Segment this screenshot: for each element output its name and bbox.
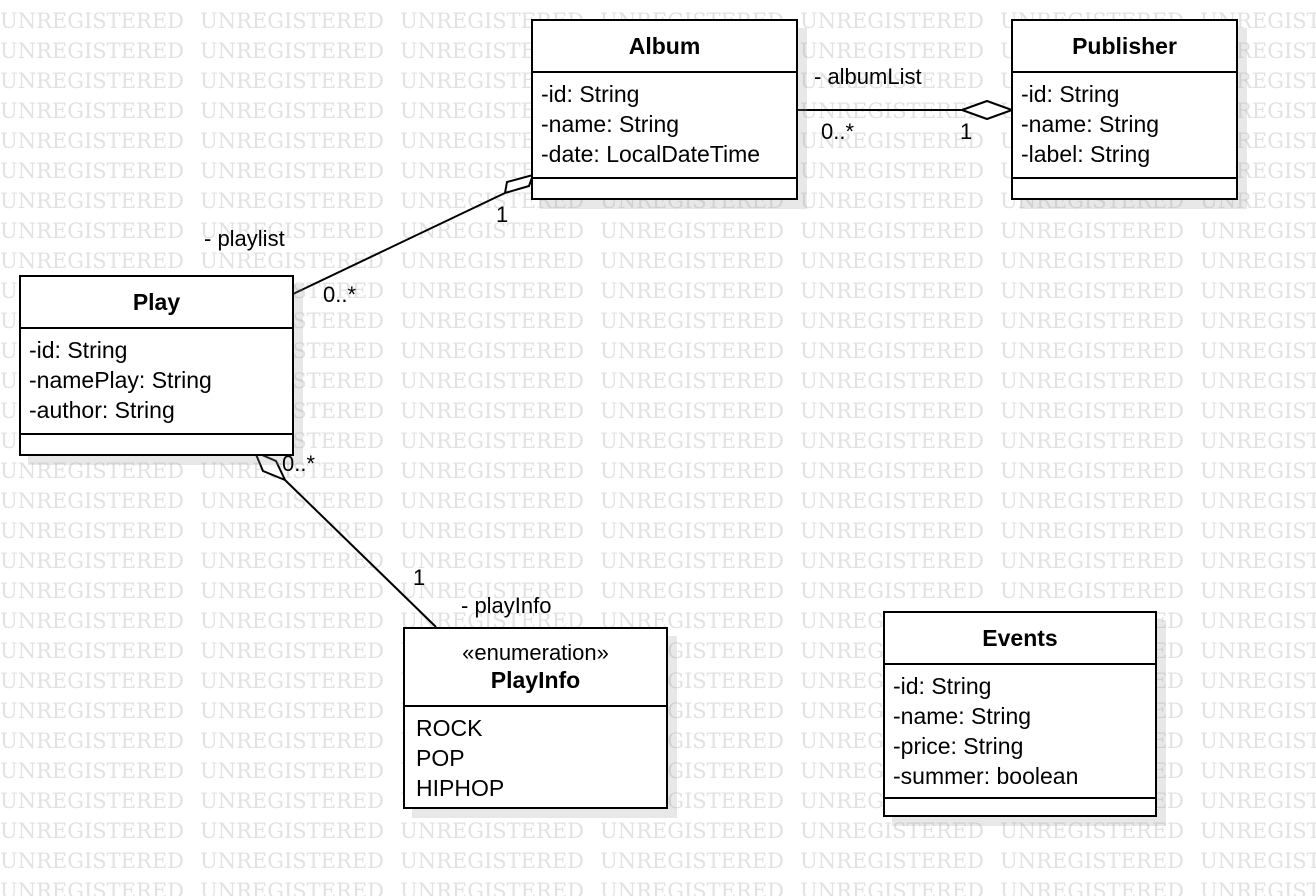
enum-literal: HIPHOP — [416, 775, 505, 801]
play-side-multiplicity: 0..* — [323, 282, 357, 307]
events-attribute: -name: String — [893, 703, 1032, 729]
playinfo-name: PlayInfo — [490, 667, 581, 693]
playinfo-end-multiplicity: 1 — [413, 565, 426, 590]
events-class-name: Events — [982, 625, 1058, 651]
play-aggregation-diamond — [253, 450, 288, 482]
play-end-multiplicity: 0..* — [282, 451, 316, 476]
album-attribute: -name: String — [541, 111, 680, 137]
events-class[interactable]: Events -id: String -name: String -price:… — [883, 611, 1157, 817]
events-attribute: -id: String — [893, 673, 992, 699]
album-side-multiplicity: 1 — [496, 202, 509, 227]
events-attribute: -summer: boolean — [893, 763, 1079, 789]
publisher-attribute: -id: String — [1021, 81, 1120, 107]
play-attribute: -id: String — [29, 337, 128, 363]
publisher-class-header: Publisher — [1013, 21, 1236, 73]
play-album-association-line[interactable] — [292, 192, 506, 295]
publisher-class[interactable]: Publisher -id: String -name: String -lab… — [1011, 19, 1238, 200]
album-class-header: Album — [533, 21, 796, 73]
play-attributes: -id: String -namePlay: String -author: S… — [21, 329, 292, 435]
publisher-attribute: -name: String — [1021, 111, 1160, 137]
publisher-end-multiplicity: 1 — [960, 119, 973, 144]
playlist-role-label: - playlist — [204, 226, 285, 251]
album-attribute: -date: LocalDateTime — [541, 141, 761, 167]
playinfo-literals: ROCK POP HIPHOP — [405, 707, 666, 803]
albumlist-role-label: - albumList — [814, 64, 922, 89]
album-end-multiplicity: 0..* — [821, 119, 855, 144]
publisher-class-name: Publisher — [1072, 33, 1177, 59]
album-class[interactable]: Album -id: String -name: String -date: L… — [531, 19, 798, 200]
events-attribute: -price: String — [893, 733, 1024, 759]
enumeration-stereotype: «enumeration» — [462, 640, 609, 665]
album-aggregation-diamond — [503, 173, 535, 195]
events-class-header: Events — [885, 613, 1155, 665]
publisher-attributes: -id: String -name: String -label: String — [1013, 73, 1236, 179]
album-class-name: Album — [628, 33, 701, 59]
play-attribute: -namePlay: String — [29, 367, 212, 393]
enum-literal: POP — [416, 745, 465, 771]
play-attribute: -author: String — [29, 397, 175, 423]
playinfo-header: «enumeration» PlayInfo — [405, 629, 666, 707]
events-attributes: -id: String -name: String -price: String… — [885, 665, 1155, 799]
playinfo-role-label: - playInfo — [461, 593, 552, 618]
album-attributes: -id: String -name: String -date: LocalDa… — [533, 73, 796, 179]
play-playinfo-association-line[interactable] — [284, 479, 437, 628]
play-class-name: Play — [132, 289, 181, 315]
play-class[interactable]: Play -id: String -namePlay: String -auth… — [19, 275, 294, 456]
album-attribute: -id: String — [541, 81, 640, 107]
publisher-attribute: -label: String — [1021, 141, 1151, 167]
publisher-aggregation-diamond — [959, 99, 1015, 121]
enum-literal: ROCK — [416, 715, 483, 741]
playinfo-enumeration[interactable]: «enumeration» PlayInfo ROCK POP HIPHOP — [403, 627, 668, 809]
play-class-header: Play — [21, 277, 292, 329]
